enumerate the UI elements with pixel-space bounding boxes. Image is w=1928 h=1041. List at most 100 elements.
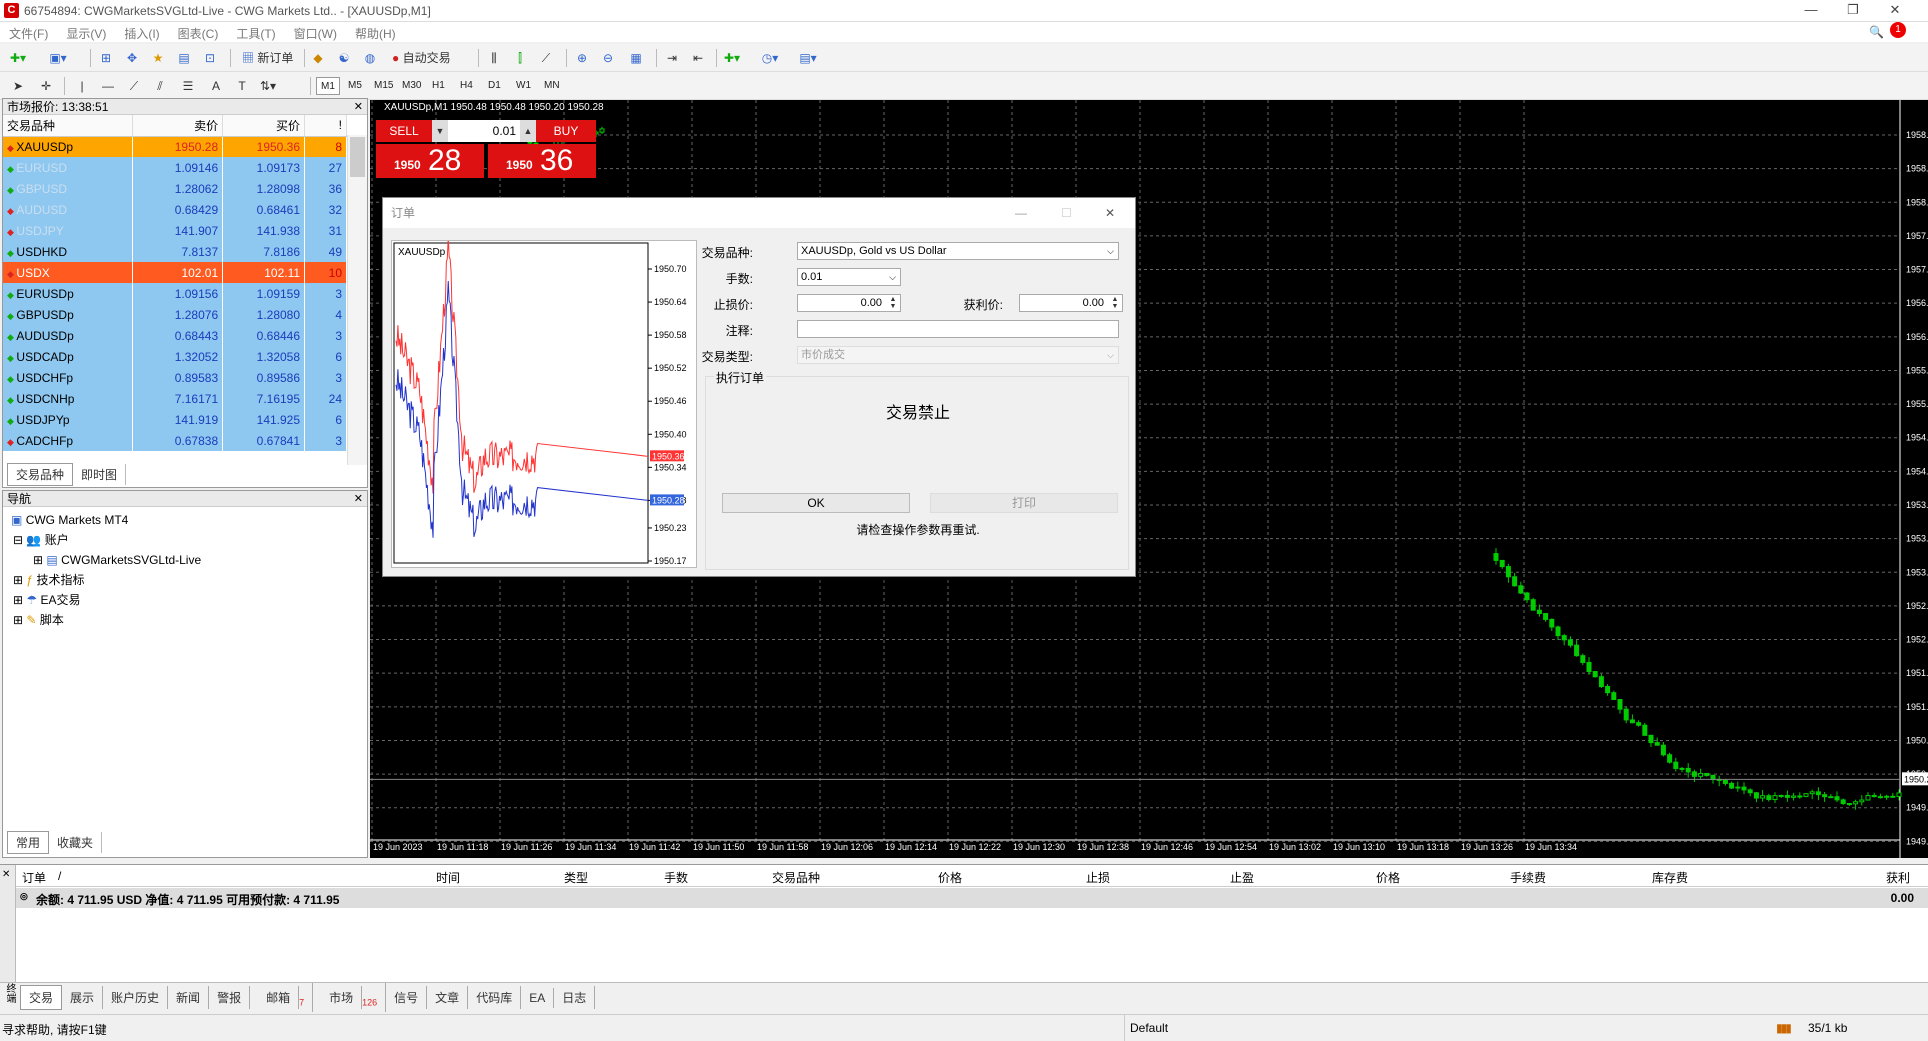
tab-alerts[interactable]: 警报 (209, 986, 251, 1009)
tf-w1[interactable]: W1 (512, 77, 535, 95)
col-order[interactable]: 订单 (22, 869, 46, 886)
col-ask[interactable]: 买价 (222, 115, 306, 137)
market-watch-close-icon[interactable]: ✕ (354, 99, 363, 115)
tab-journal[interactable]: 日志 (554, 986, 596, 1009)
tf-h4[interactable]: H4 (456, 77, 477, 95)
tab-common[interactable]: 常用 (7, 831, 50, 854)
nav-accounts[interactable]: ⊟ 👥 账户 (13, 531, 69, 549)
cursor-icon[interactable]: ➤ (8, 76, 28, 96)
col-price[interactable]: 价格 (938, 869, 962, 886)
tab-signals[interactable]: 信号 (386, 986, 428, 1009)
tab-favorites[interactable]: 收藏夹 (49, 832, 103, 853)
tab-news[interactable]: 新闻 (168, 986, 210, 1009)
tab-trade[interactable]: 交易 (20, 985, 63, 1010)
arrows-icon[interactable]: ⇅▾ (258, 76, 278, 96)
minimize-icon[interactable]: — (1796, 2, 1826, 20)
market-watch-row[interactable]: ◆ USDCNHp 7.16171 7.16195 24 (3, 388, 347, 409)
menu-help[interactable]: 帮助(H) (346, 22, 405, 45)
market-watch-row[interactable]: ◆ USDJPY 141.907 141.938 31 (3, 220, 347, 241)
market-watch-row[interactable]: ◆ EURUSD 1.09146 1.09173 27 (3, 157, 347, 178)
col-profit[interactable]: 获利 (1886, 869, 1910, 886)
market-watch-row[interactable]: ◆ GBPUSD 1.28062 1.28098 36 (3, 178, 347, 199)
tab-symbols[interactable]: 交易品种 (7, 463, 74, 486)
vertical-line-icon[interactable]: | (72, 76, 92, 96)
menu-window[interactable]: 窗口(W) (285, 22, 346, 45)
col-commission[interactable]: 手续费 (1510, 869, 1546, 886)
col-tp[interactable]: 止盈 (1230, 869, 1254, 886)
menu-charts[interactable]: 图表(C) (169, 22, 228, 45)
scroll-thumb[interactable] (350, 137, 365, 177)
menu-view[interactable]: 显示(V) (57, 22, 115, 45)
sl-stepper-icon[interactable]: ▲ ▼ (887, 296, 899, 310)
sell-price-box[interactable]: 1950 28 (376, 144, 484, 178)
trendline-icon[interactable]: ⟋ (124, 76, 144, 96)
nav-indicators[interactable]: ⊞ ƒ 技术指标 (13, 571, 84, 589)
bar-chart-icon[interactable]: ⫼ (484, 48, 504, 68)
dialog-minimize-icon[interactable]: — (1015, 198, 1027, 228)
autoscroll-icon[interactable]: ⇤ (688, 48, 708, 68)
col-bid[interactable]: 卖价 (132, 115, 224, 137)
col-time[interactable]: 时间 (436, 869, 460, 886)
market-watch-row[interactable]: ◆ USDJPYp 141.919 141.925 6 (3, 409, 347, 430)
col-sort[interactable]: / (58, 869, 61, 883)
buy-button[interactable]: BUY (536, 120, 596, 142)
tab-exposure[interactable]: 展示 (62, 986, 104, 1009)
templates-icon[interactable]: ▤▾ (798, 48, 818, 68)
new-chart-icon[interactable]: ✚▾ (8, 48, 28, 68)
market-watch-row[interactable]: ◆ AUDUSD 0.68429 0.68461 32 (3, 199, 347, 220)
dialog-maximize-icon[interactable]: ☐ (1061, 198, 1072, 228)
balance-row[interactable]: ◎ 余额: 4 711.95 USD 净值: 4 711.95 可用预付款: 4… (16, 888, 1928, 908)
terminal-icon[interactable]: ▤ (174, 48, 194, 68)
ok-button[interactable]: OK (722, 493, 910, 513)
tf-m1[interactable]: M1 (316, 77, 340, 95)
buy-price-box[interactable]: 1950 36 (488, 144, 596, 178)
tf-d1[interactable]: D1 (484, 77, 505, 95)
col-swap[interactable]: 库存费 (1652, 869, 1688, 886)
lot-up-icon[interactable]: ▲ (520, 120, 536, 142)
col-symbol[interactable]: 交易品种 (772, 869, 820, 886)
status-profile[interactable]: Default (1130, 1021, 1168, 1035)
tf-h1[interactable]: H1 (428, 77, 449, 95)
market-watch-row[interactable]: ◆ XAUUSDp 1950.28 1950.36 8 (3, 136, 347, 157)
take-profit-input[interactable]: 0.00 ▲ ▼ (1019, 294, 1123, 312)
horizontal-line-icon[interactable]: — (98, 76, 118, 96)
notification-icon[interactable]: 1 (1890, 22, 1906, 38)
tf-mn[interactable]: MN (540, 77, 564, 95)
tab-codebase[interactable]: 代码库 (468, 986, 522, 1009)
text-icon[interactable]: A (206, 76, 226, 96)
chart-shift-icon[interactable]: ⇥ (662, 48, 682, 68)
nav-account-live[interactable]: ⊞ ▤ CWGMarketsSVGLtd-Live (33, 551, 201, 569)
restore-icon[interactable]: ❐ (1838, 2, 1868, 20)
zoom-out-icon[interactable]: ⊖ (598, 48, 618, 68)
candlestick-icon[interactable]: ⫿ (510, 48, 530, 68)
auto-trading-button[interactable]: ● 自动交易 (388, 48, 455, 68)
market-watch-row[interactable]: ◆ EURUSDp 1.09156 1.09159 3 (3, 283, 347, 304)
order-type-select[interactable]: 市价成交 ⌵ (797, 346, 1119, 364)
tab-experts[interactable]: EA (521, 988, 555, 1008)
text-label-icon[interactable]: T (232, 76, 252, 96)
navigator-icon[interactable]: ★ (148, 48, 168, 68)
close-icon[interactable]: ✕ (1880, 2, 1910, 20)
col-volume[interactable]: 手数 (664, 869, 688, 886)
print-button[interactable]: 打印 (930, 493, 1118, 513)
comment-input[interactable] (797, 320, 1119, 338)
lot-down-icon[interactable]: ▼ (432, 120, 448, 142)
zoom-in-icon[interactable]: ⊕ (572, 48, 592, 68)
market-watch-row[interactable]: ◆ USDX 102.01 102.11 10 (3, 262, 347, 283)
market-watch-scrollbar[interactable] (347, 135, 367, 465)
menu-file[interactable]: 文件(F) (0, 22, 57, 45)
stop-loss-input[interactable]: 0.00 ▲ ▼ (797, 294, 901, 312)
terminal-close-icon[interactable]: ✕ (2, 869, 10, 880)
navigator-close-icon[interactable]: ✕ (354, 491, 363, 507)
col-spread[interactable]: ! (304, 115, 347, 137)
col-price2[interactable]: 价格 (1376, 869, 1400, 886)
volume-input[interactable]: 0.01 ⌵ (797, 268, 901, 286)
tab-market[interactable]: 市场 126 (313, 983, 387, 1012)
market-icon[interactable]: ◍ (360, 48, 380, 68)
data-window-icon[interactable]: ✥ (122, 48, 142, 68)
tab-articles[interactable]: 文章 (427, 986, 469, 1009)
nav-scripts[interactable]: ⊞ ✎ 脚本 (13, 611, 64, 629)
metaeditor-icon[interactable]: ◆ (308, 48, 328, 68)
tab-history[interactable]: 账户历史 (103, 986, 169, 1009)
market-watch-row[interactable]: ◆ AUDUSDp 0.68443 0.68446 3 (3, 325, 347, 346)
